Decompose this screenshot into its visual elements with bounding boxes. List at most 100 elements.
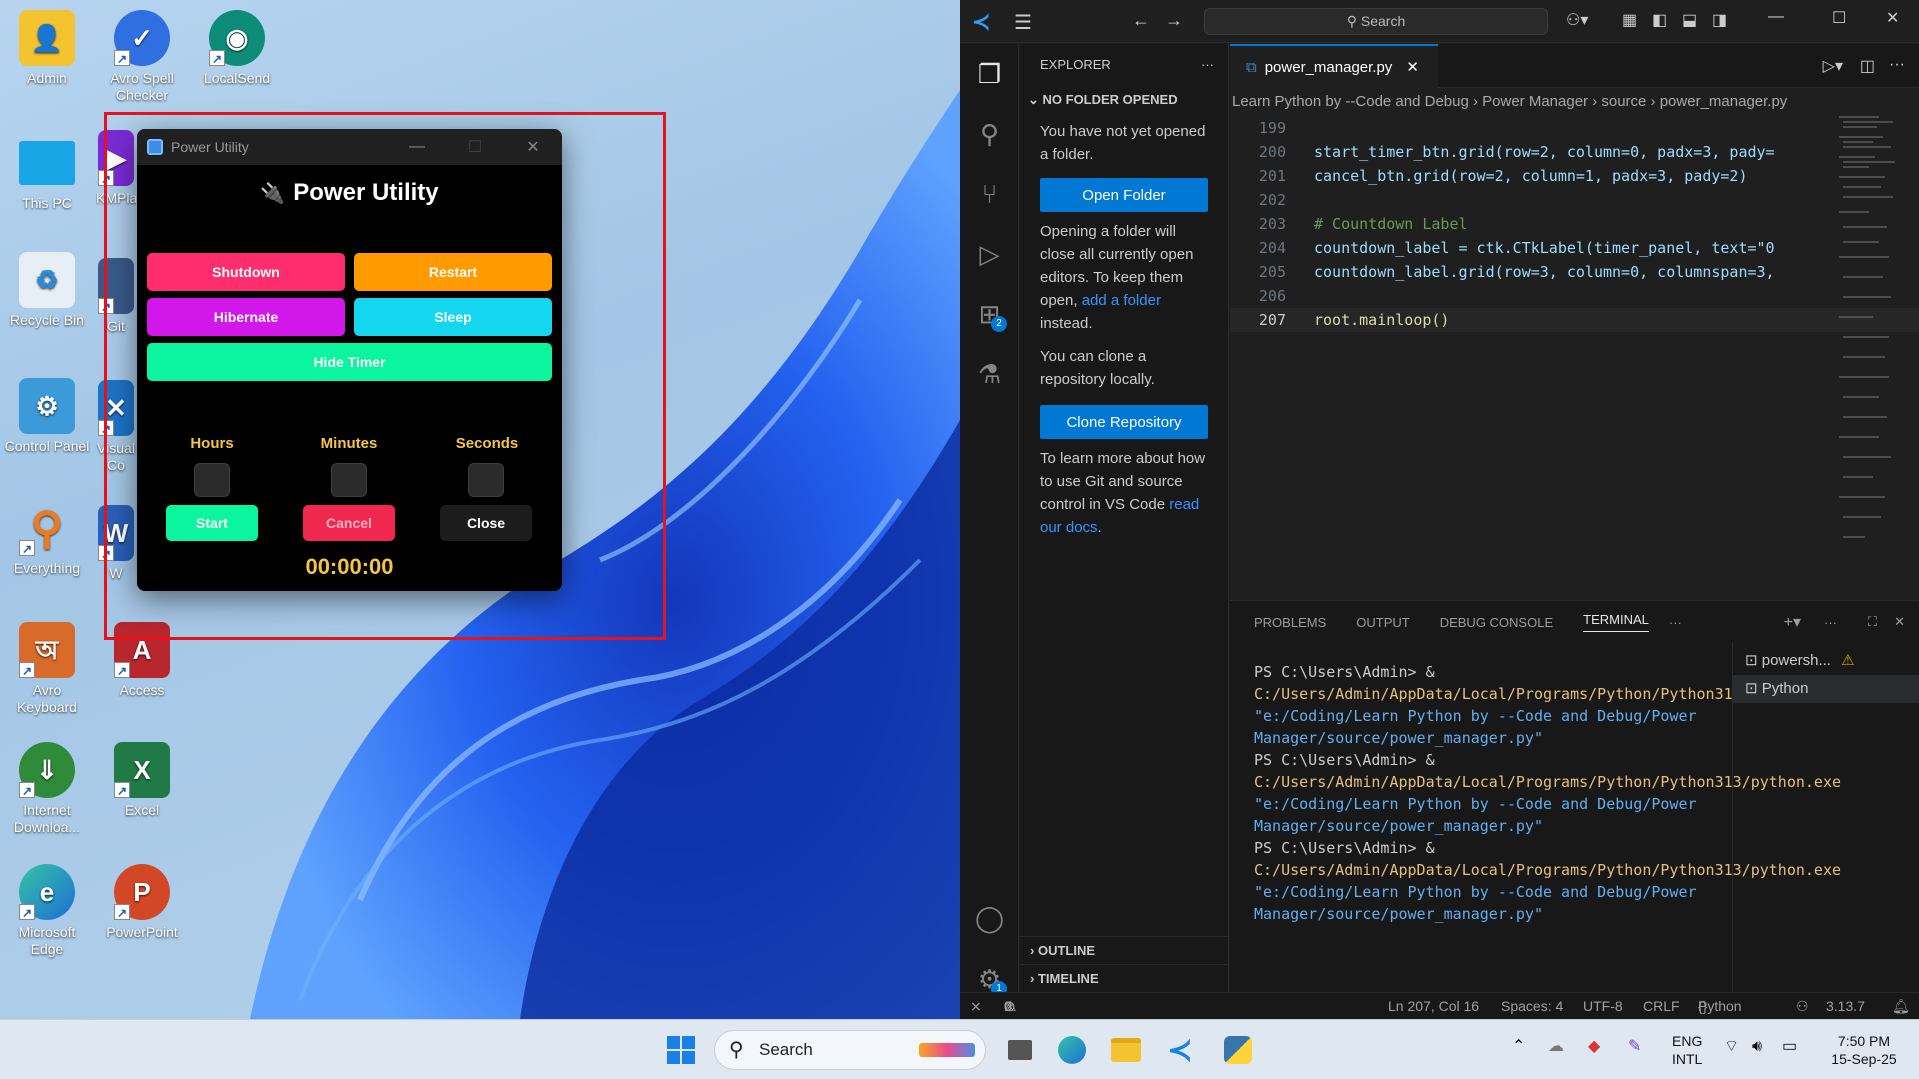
desktop-icon-avro-spell-checker[interactable]: ✓ ↗ Avro Spell Checker [98, 10, 186, 104]
desktop-icon-avro-keyboard[interactable]: অ ↗ Avro Keyboard [3, 622, 91, 716]
close-tab-icon[interactable]: ✕ [1406, 58, 1419, 76]
tab-problems[interactable]: PROBLEMS [1254, 615, 1326, 630]
encoding[interactable]: UTF-8 [1583, 993, 1623, 1019]
close-button[interactable]: Close [440, 505, 532, 541]
notifications-bell-icon[interactable]: 🔔︎ [1892, 993, 1910, 1019]
onedrive-cloud-icon[interactable]: ☁ [1548, 1038, 1564, 1056]
minutes-input[interactable] [331, 463, 367, 497]
desktop-icon-this-pc[interactable]: This PC [3, 135, 91, 212]
volume-icon[interactable]: 🔊︎ [1752, 1038, 1762, 1056]
toggle-panel-icon[interactable]: ⬓ [1682, 10, 1697, 30]
file-explorer-icon[interactable] [1106, 1030, 1146, 1070]
account-icon[interactable]: ◯ [960, 888, 1019, 948]
code-editor[interactable]: 199 200 start_timer_btn.grid(row=2, colum… [1230, 116, 1919, 332]
status-bar: ⨯ ⊗ 0 ⚠ 0 Ln 207, Col 16 Spaces: 4 UTF-8… [960, 992, 1919, 1019]
shutdown-button[interactable]: Shutdown [147, 253, 345, 291]
explorer-icon[interactable]: ❐ [960, 44, 1019, 104]
restart-button[interactable]: Restart [354, 253, 552, 291]
desktop-icon-powerpoint[interactable]: P ↗ PowerPoint [98, 864, 186, 941]
hide-timer-button[interactable]: Hide Timer [147, 343, 552, 381]
desktop-icon-everything[interactable]: ⚲ ↗ Everything [3, 500, 91, 577]
new-terminal-icon[interactable]: +▾ [1784, 612, 1801, 632]
add-folder-link[interactable]: add a folder [1082, 292, 1161, 309]
source-control-icon[interactable]: ⑂ [960, 164, 1019, 224]
start-button[interactable]: Start [166, 505, 258, 541]
run-debug-icon[interactable]: ▷ [960, 224, 1019, 284]
indentation[interactable]: Spaces: 4 [1501, 993, 1563, 1019]
testing-flask-icon[interactable]: ⚗ [960, 344, 1019, 404]
vscode-taskbar-icon[interactable]: ≺ [1160, 1030, 1200, 1070]
hours-input[interactable] [194, 463, 230, 497]
terminal-entry: PS C:\Users\Admin> & C:/Users/Admin/AppD… [1254, 839, 1841, 923]
desktop-icon-localsend[interactable]: ◉ ↗ LocalSend [193, 10, 281, 87]
wifi-icon[interactable]: ⌔ [1724, 1038, 1739, 1056]
open-folder-button[interactable]: Open Folder [1040, 178, 1208, 212]
terminal-item-powershell[interactable]: ⊡ powersh... ⚠ [1733, 647, 1919, 675]
cancel-button[interactable]: Cancel [303, 505, 395, 541]
command-search-box[interactable]: ⚲ Search [1204, 8, 1548, 35]
python-version[interactable]: 3.13.7 [1826, 993, 1865, 1019]
menu-icon[interactable]: ☰ [1014, 10, 1032, 35]
start-windows-icon[interactable] [661, 1030, 701, 1070]
desktop-icon-internet-download-manager[interactable]: ⇓ ↗ Internet Downloa... [3, 742, 91, 836]
battery-icon[interactable]: ▭ [1782, 1038, 1797, 1056]
maximize-panel-icon[interactable]: ⛶ [1868, 614, 1877, 630]
close-panel-icon[interactable]: ✕ [1894, 614, 1905, 630]
color-app-icon[interactable]: ◆ [1588, 1038, 1600, 1056]
minimize-window-icon[interactable]: — [1768, 8, 1784, 26]
no-folder-section-header[interactable]: ⌄ NO FOLDER OPENED [1020, 86, 1228, 114]
split-editor-icon[interactable]: ◫ [1860, 56, 1875, 76]
hibernate-button[interactable]: Hibernate [147, 298, 345, 336]
python-taskbar-icon[interactable] [1218, 1030, 1258, 1070]
search-icon[interactable]: ⚲ [960, 104, 1019, 164]
show-hidden-icons-chevron-icon[interactable]: ⌃ [1512, 1038, 1525, 1056]
maximize-icon[interactable]: ☐ [446, 137, 504, 157]
more-actions-icon[interactable]: ··· [1201, 44, 1214, 86]
maximize-window-icon[interactable]: ☐ [1832, 8, 1846, 28]
tab-debug-console[interactable]: DEBUG CONSOLE [1440, 615, 1553, 630]
remote-icon[interactable]: ⨯ [970, 993, 982, 1019]
run-icon[interactable]: ▷▾ [1823, 56, 1843, 76]
breadcrumb[interactable]: Learn Python by --Code and Debug › Power… [1230, 88, 1919, 116]
panel-more-icon[interactable]: ··· [1669, 615, 1682, 630]
task-view-icon[interactable] [1000, 1030, 1040, 1070]
cursor-position[interactable]: Ln 207, Col 16 [1388, 993, 1479, 1019]
minimap[interactable] [1839, 116, 1901, 576]
terminal-more-icon[interactable]: ··· [1824, 615, 1837, 630]
code-line: 206 [1258, 287, 1286, 305]
taskbar-search-box[interactable]: ⚲ Search [714, 1030, 986, 1070]
forward-arrow-icon[interactable]: → [1165, 10, 1183, 31]
close-window-icon[interactable]: ✕ [1886, 8, 1899, 28]
line-ending[interactable]: CRLF [1643, 993, 1680, 1019]
desktop-icon-microsoft-edge[interactable]: e ↗ Microsoft Edge [3, 864, 91, 958]
customize-layout-icon[interactable]: ▦ [1622, 10, 1637, 30]
copilot-status-icon[interactable]: ⚇ [1796, 993, 1809, 1019]
minimize-icon[interactable]: — [388, 138, 446, 156]
desktop-icon-recycle-bin[interactable]: ♻ Recycle Bin [3, 252, 91, 329]
desktop-icon-control-panel[interactable]: ⚙ Control Panel [3, 378, 91, 455]
timeline-section-header[interactable]: › TIMELINE [1020, 964, 1228, 992]
seconds-input[interactable] [468, 463, 504, 497]
editor-more-icon[interactable]: ··· [1889, 56, 1905, 74]
desktop-icon-excel[interactable]: X ↗ Excel [98, 742, 186, 819]
pen-app-icon[interactable]: ✎ [1628, 1038, 1641, 1056]
terminal-output[interactable]: PS C:\Users\Admin> & C:/Users/Admin/AppD… [1254, 661, 1841, 925]
clock[interactable]: 7:50 PM 15-Sep-25 [1824, 1032, 1904, 1068]
editor-tab-power-manager[interactable]: ⧉ power_manager.py ✕ [1230, 44, 1438, 88]
input-language[interactable]: ENG INTL [1672, 1032, 1702, 1068]
toggle-sidebar-icon[interactable]: ◧ [1652, 10, 1667, 30]
edge-taskbar-icon[interactable] [1052, 1030, 1092, 1070]
outline-section-header[interactable]: › OUTLINE [1020, 936, 1228, 964]
close-icon[interactable]: ✕ [504, 137, 562, 157]
terminal-item-python[interactable]: ⊡ Python [1733, 675, 1919, 703]
desktop-icon-admin[interactable]: 👤 Admin [3, 10, 91, 87]
window-titlebar[interactable]: Power Utility — ☐ ✕ [137, 129, 562, 165]
clone-repository-button[interactable]: Clone Repository [1040, 405, 1208, 439]
toggle-secondary-sidebar-icon[interactable]: ◨ [1712, 10, 1727, 30]
back-arrow-icon[interactable]: ← [1132, 10, 1150, 31]
tab-terminal[interactable]: TERMINAL [1583, 612, 1649, 632]
tab-output[interactable]: OUTPUT [1356, 615, 1409, 630]
extensions-icon[interactable]: ⊞ 2 [960, 284, 1019, 344]
copilot-icon[interactable]: ⚇▾ [1566, 10, 1588, 30]
sleep-button[interactable]: Sleep [354, 298, 552, 336]
